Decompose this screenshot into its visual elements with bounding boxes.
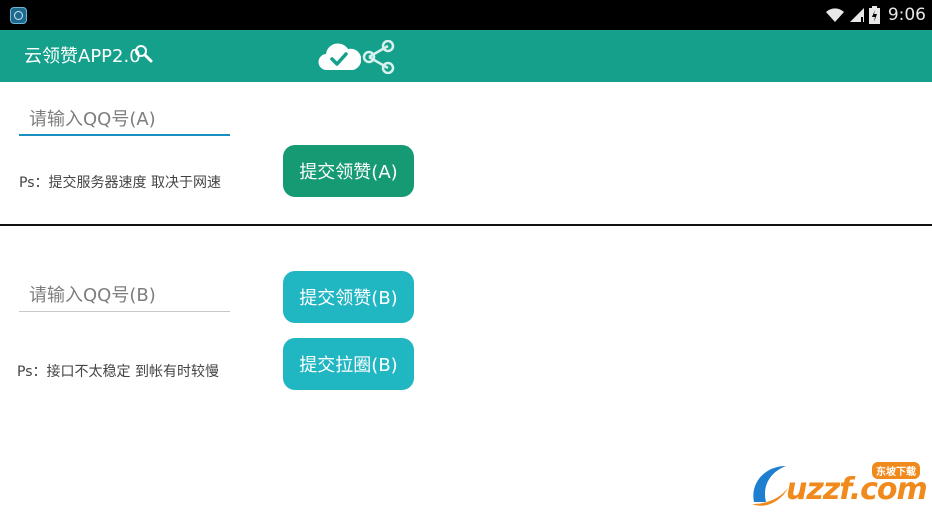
share-icon[interactable] <box>362 40 396 74</box>
qq-input-a[interactable] <box>19 104 230 136</box>
app-bar: 云领赞APP2.0 <box>0 30 932 82</box>
watermark-logo: uzzf.com 东坡下载 <box>748 458 928 514</box>
submit-circle-b-button[interactable]: 提交拉圈(B) <box>283 338 414 390</box>
watermark-badge: 东坡下载 <box>872 462 920 479</box>
battery-icon <box>868 6 880 24</box>
clock: 9:06 <box>887 5 926 25</box>
signal-icon <box>849 8 864 22</box>
submit-like-a-button[interactable]: 提交领赞(A) <box>283 145 414 197</box>
app-notification-icon <box>10 7 27 24</box>
wifi-icon <box>825 8 844 22</box>
app-title: 云领赞APP2.0 <box>24 46 141 67</box>
search-icon[interactable] <box>134 44 154 64</box>
status-bar: 9:06 <box>0 0 932 30</box>
cloud-check-icon[interactable] <box>317 38 361 74</box>
section-divider <box>0 224 932 226</box>
note-a: Ps：提交服务器速度 取决于网速 <box>19 175 221 191</box>
submit-like-b-button[interactable]: 提交领赞(B) <box>283 271 414 323</box>
status-indicators: 9:06 <box>825 0 926 30</box>
qq-input-b[interactable] <box>19 280 230 312</box>
note-b: Ps：接口不太稳定 到帐有时较慢 <box>17 364 219 380</box>
